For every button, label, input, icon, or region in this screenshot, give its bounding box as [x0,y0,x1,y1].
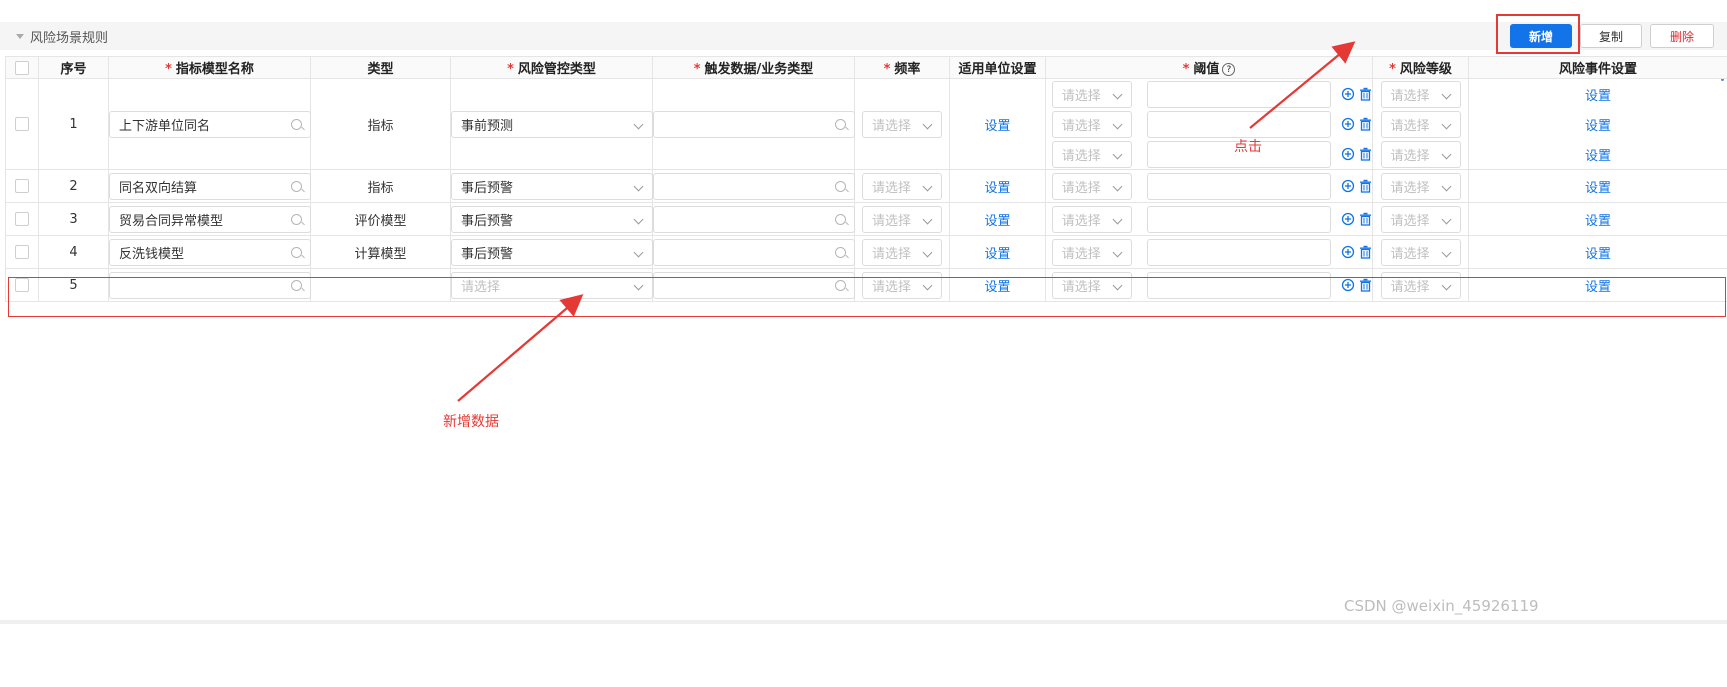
watermark: CSDN @weixin_45926119 [1344,597,1539,615]
arrow-to-new-row [457,294,584,402]
arrow-to-add-button [1249,41,1356,129]
footer-divider [0,620,1727,624]
annotation-arrows [457,41,1356,402]
